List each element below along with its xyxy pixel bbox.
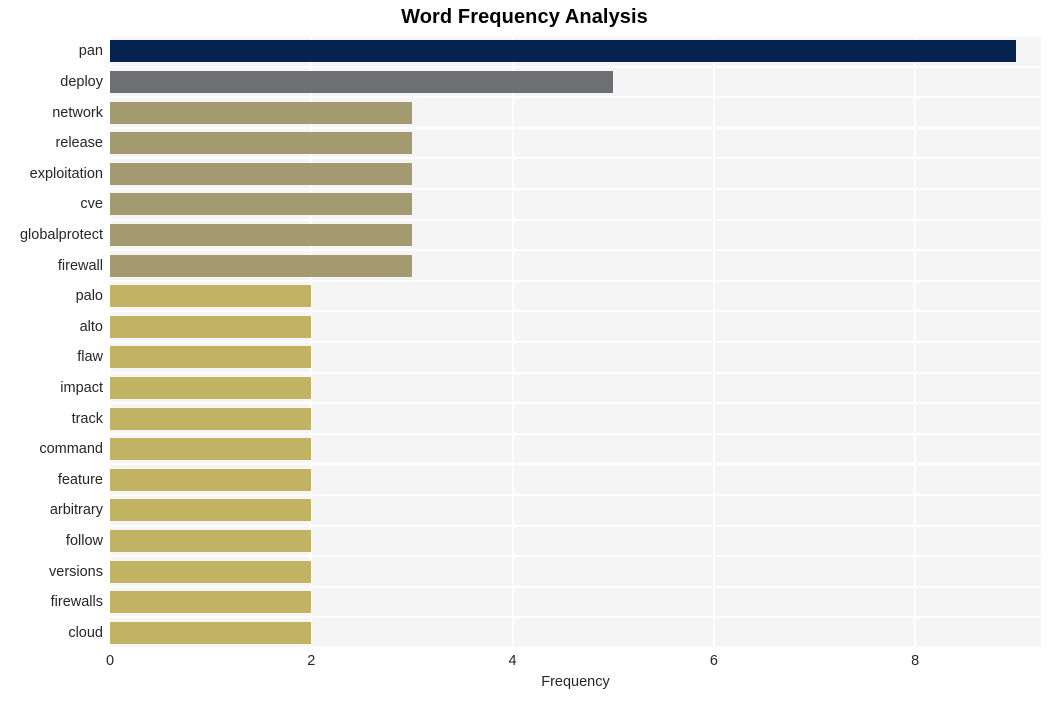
bar bbox=[110, 193, 412, 216]
word-frequency-chart: Word Frequency Analysis pan deploy network… bbox=[0, 0, 1049, 701]
bar bbox=[110, 223, 412, 246]
y-axis-tick-label: deploy bbox=[60, 73, 103, 90]
bar bbox=[110, 591, 312, 614]
y-axis-tick-label: follow bbox=[65, 532, 103, 549]
x-axis-tick-label: 8 bbox=[911, 653, 920, 669]
gridline-horizontal bbox=[110, 524, 1041, 527]
bar bbox=[110, 560, 312, 583]
y-axis-tick-label: alto bbox=[79, 318, 103, 335]
gridline-horizontal bbox=[110, 616, 1041, 619]
y-axis-tick-label: palo bbox=[75, 288, 103, 305]
gridline-horizontal bbox=[110, 126, 1041, 129]
y-axis-tick-label: release bbox=[55, 135, 103, 152]
gridline-horizontal bbox=[110, 36, 1041, 37]
y-axis-tick-label: firewalls bbox=[50, 594, 103, 611]
y-axis-tick-labels: pan deploy network release exploitation cve gl… bbox=[0, 36, 103, 648]
gridline-horizontal bbox=[110, 585, 1041, 588]
gridline-horizontal bbox=[110, 310, 1041, 313]
gridline-horizontal bbox=[110, 218, 1041, 221]
gridline-horizontal bbox=[110, 249, 1041, 252]
bar bbox=[110, 315, 312, 338]
y-axis-tick-label: exploitation bbox=[29, 165, 103, 182]
y-axis-tick-label: arbitrary bbox=[49, 502, 103, 519]
gridline-horizontal bbox=[110, 494, 1041, 496]
bar bbox=[110, 376, 312, 399]
y-axis-tick-label: cve bbox=[80, 196, 103, 213]
bar bbox=[110, 132, 412, 155]
y-axis-tick-label: flaw bbox=[77, 349, 103, 366]
x-axis-tick-label: 0 bbox=[105, 653, 115, 669]
bar bbox=[110, 621, 312, 644]
bar bbox=[110, 101, 412, 124]
y-axis-tick-label: pan bbox=[78, 43, 103, 60]
y-axis-tick-label: track bbox=[71, 410, 103, 427]
bar bbox=[110, 285, 312, 308]
gridline-horizontal bbox=[110, 463, 1041, 466]
y-axis-tick-label: firewall bbox=[57, 257, 103, 274]
y-axis-tick-label: feature bbox=[57, 471, 103, 488]
y-axis-tick-label: globalprotect bbox=[19, 226, 103, 243]
x-axis-tick-label: 4 bbox=[508, 653, 517, 669]
y-axis-tick-label: network bbox=[52, 104, 103, 121]
bar bbox=[110, 529, 312, 552]
x-axis-tick-label: 2 bbox=[307, 653, 316, 669]
gridline-horizontal bbox=[110, 279, 1041, 282]
bar bbox=[110, 407, 312, 430]
y-axis-tick-label: versions bbox=[49, 563, 103, 580]
x-axis-tick-label: 6 bbox=[709, 653, 718, 669]
bar bbox=[110, 468, 312, 491]
gridline-horizontal bbox=[110, 341, 1041, 343]
gridline-horizontal bbox=[110, 157, 1041, 160]
y-axis-tick-label: command bbox=[39, 441, 103, 458]
bar bbox=[110, 162, 412, 185]
x-axis-title: Frequency bbox=[541, 674, 610, 690]
gridline-horizontal bbox=[110, 96, 1041, 99]
gridline-horizontal bbox=[110, 432, 1041, 435]
gridline-horizontal bbox=[110, 402, 1041, 405]
bar bbox=[110, 346, 312, 369]
plot-area bbox=[110, 36, 1041, 648]
bar bbox=[110, 499, 312, 522]
gridline-horizontal bbox=[110, 555, 1041, 558]
bar bbox=[110, 438, 312, 461]
y-axis-tick-label: impact bbox=[60, 379, 103, 396]
y-axis-tick-label: cloud bbox=[68, 624, 103, 641]
gridline-horizontal bbox=[110, 188, 1041, 190]
gridline-horizontal bbox=[110, 371, 1041, 374]
bar bbox=[110, 254, 412, 277]
bar bbox=[110, 70, 614, 93]
gridline-horizontal bbox=[110, 65, 1041, 68]
bar bbox=[110, 40, 1016, 63]
chart-title: Word Frequency Analysis bbox=[401, 6, 648, 28]
